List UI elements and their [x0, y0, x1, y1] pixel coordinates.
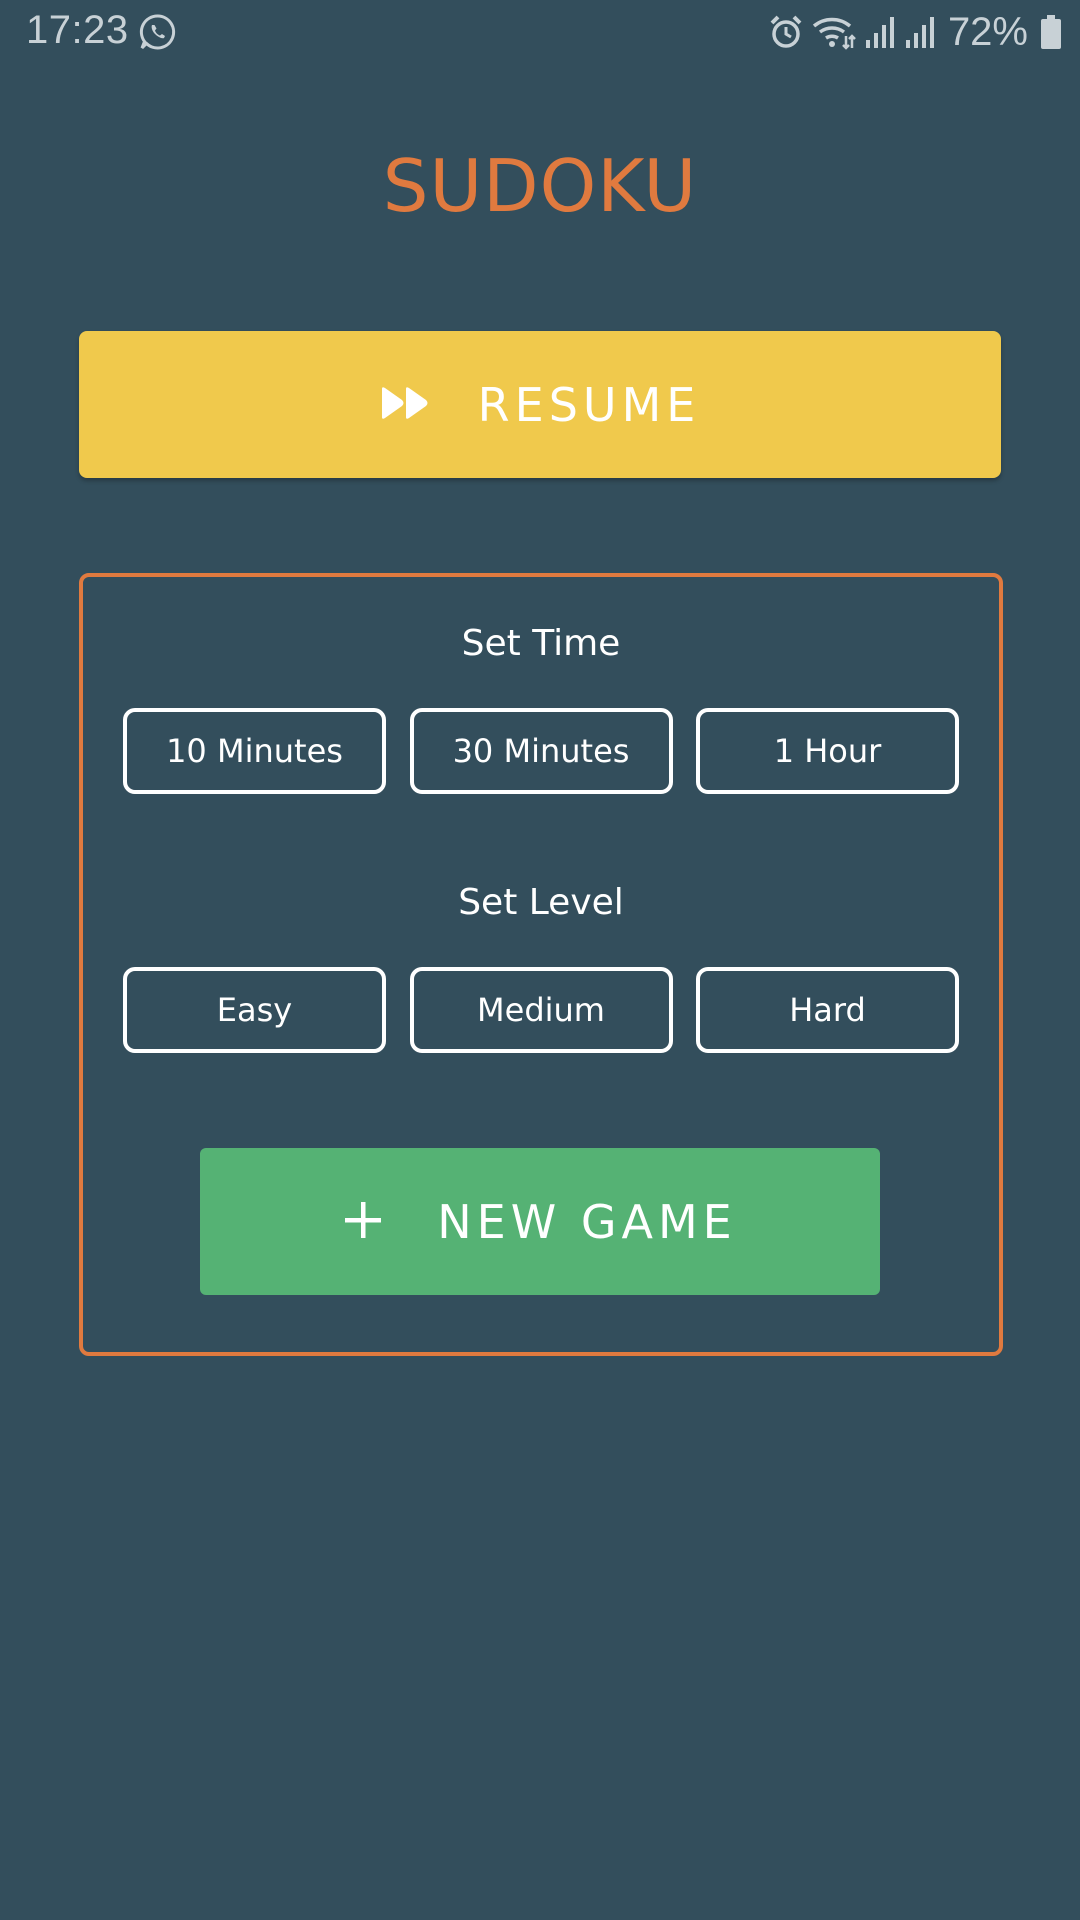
- set-time-label: Set Time: [461, 623, 621, 664]
- alarm-icon: [768, 14, 804, 50]
- signal-icon: [904, 14, 936, 50]
- status-icons: 72%: [768, 10, 1062, 54]
- time-option-30-minutes[interactable]: 30 Minutes: [409, 708, 673, 794]
- sudoku-home-screen: 17:23 72% SUDOKU RESUME Set Time 10 Minu…: [0, 0, 1080, 1920]
- status-time: 17:23: [26, 8, 129, 52]
- time-options: 10 Minutes 30 Minutes 1 Hour: [123, 708, 959, 794]
- time-option-1-hour[interactable]: 1 Hour: [696, 708, 959, 794]
- game-settings-panel: Set Time 10 Minutes 30 Minutes 1 Hour Se…: [79, 573, 1003, 1356]
- battery-percent: 72%: [947, 9, 1028, 54]
- level-options: Easy Medium Hard: [123, 967, 959, 1053]
- fast-forward-icon: [380, 386, 430, 424]
- whatsapp-icon: [138, 12, 178, 52]
- resume-label: RESUME: [477, 377, 701, 432]
- wifi-icon: [812, 14, 856, 50]
- new-game-label: NEW GAME: [437, 1194, 737, 1249]
- set-level-label: Set Level: [458, 882, 624, 923]
- new-game-button[interactable]: NEW GAME: [200, 1148, 880, 1295]
- signal-icon: [864, 14, 896, 50]
- status-bar: 17:23 72%: [0, 0, 1080, 64]
- level-option-hard[interactable]: Hard: [696, 967, 959, 1053]
- level-option-easy[interactable]: Easy: [123, 967, 386, 1053]
- resume-button[interactable]: RESUME: [79, 331, 1001, 478]
- app-title: SUDOKU: [382, 144, 698, 228]
- time-option-10-minutes[interactable]: 10 Minutes: [123, 708, 386, 794]
- level-option-medium[interactable]: Medium: [409, 967, 673, 1053]
- battery-icon: [1040, 14, 1062, 50]
- plus-icon: [343, 1200, 383, 1244]
